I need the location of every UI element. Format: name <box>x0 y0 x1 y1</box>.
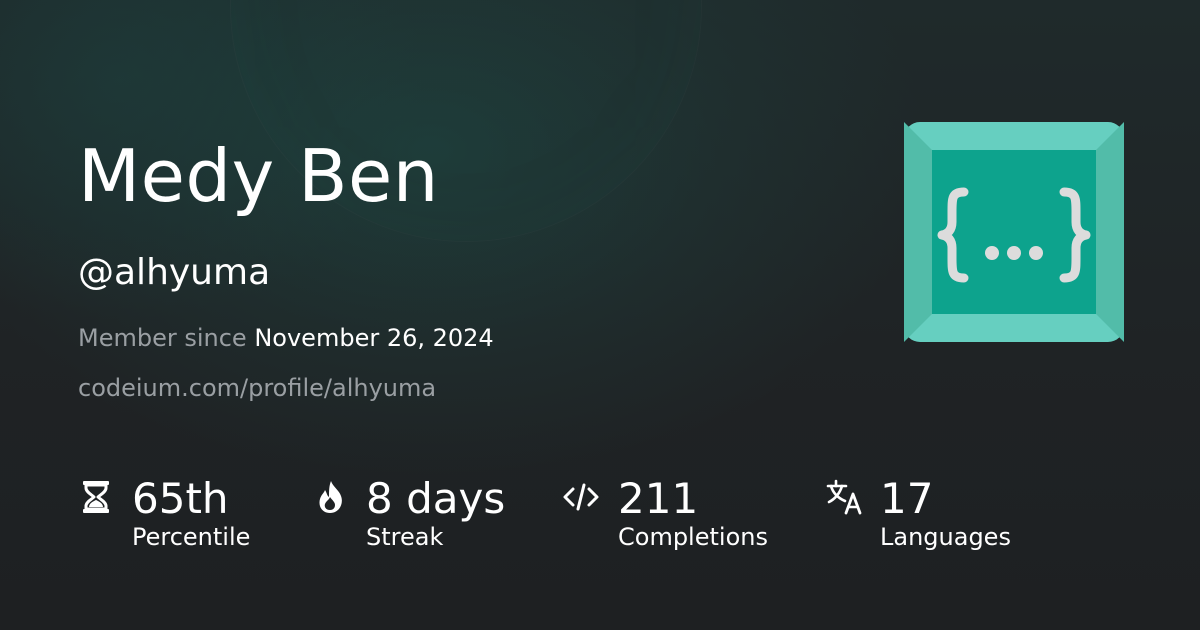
codeium-logo-icon <box>904 122 1124 342</box>
stat-languages-label: Languages <box>880 523 1011 551</box>
stat-percentile: 65th Percentile <box>78 470 278 560</box>
stat-streak-value: 8 days <box>366 474 506 523</box>
stat-completions-label: Completions <box>618 523 768 551</box>
profile-name: Medy Ben <box>78 134 439 218</box>
hourglass-icon <box>83 481 109 513</box>
stat-languages: 17 Languages <box>826 470 1056 560</box>
member-since: Member since November 26, 2024 <box>78 322 494 354</box>
member-since-label: Member since <box>78 324 247 352</box>
stat-percentile-label: Percentile <box>132 523 251 551</box>
stat-streak-label: Streak <box>366 523 444 551</box>
stat-completions: 211 Completions <box>562 470 792 560</box>
code-icon <box>563 483 599 511</box>
member-since-date: November 26, 2024 <box>254 324 494 352</box>
stats-row: 65th Percentile 8 days Streak 211 Comple… <box>0 470 1200 560</box>
stat-streak: 8 days Streak <box>312 470 532 560</box>
stat-completions-value: 211 <box>618 474 699 523</box>
flame-icon <box>319 481 342 513</box>
stat-percentile-value: 65th <box>132 474 229 523</box>
translate-icon <box>826 479 862 515</box>
profile-handle: @alhyuma <box>78 252 271 293</box>
profile-url: codeium.com/profile/alhyuma <box>78 374 437 402</box>
stat-languages-value: 17 <box>880 474 934 523</box>
